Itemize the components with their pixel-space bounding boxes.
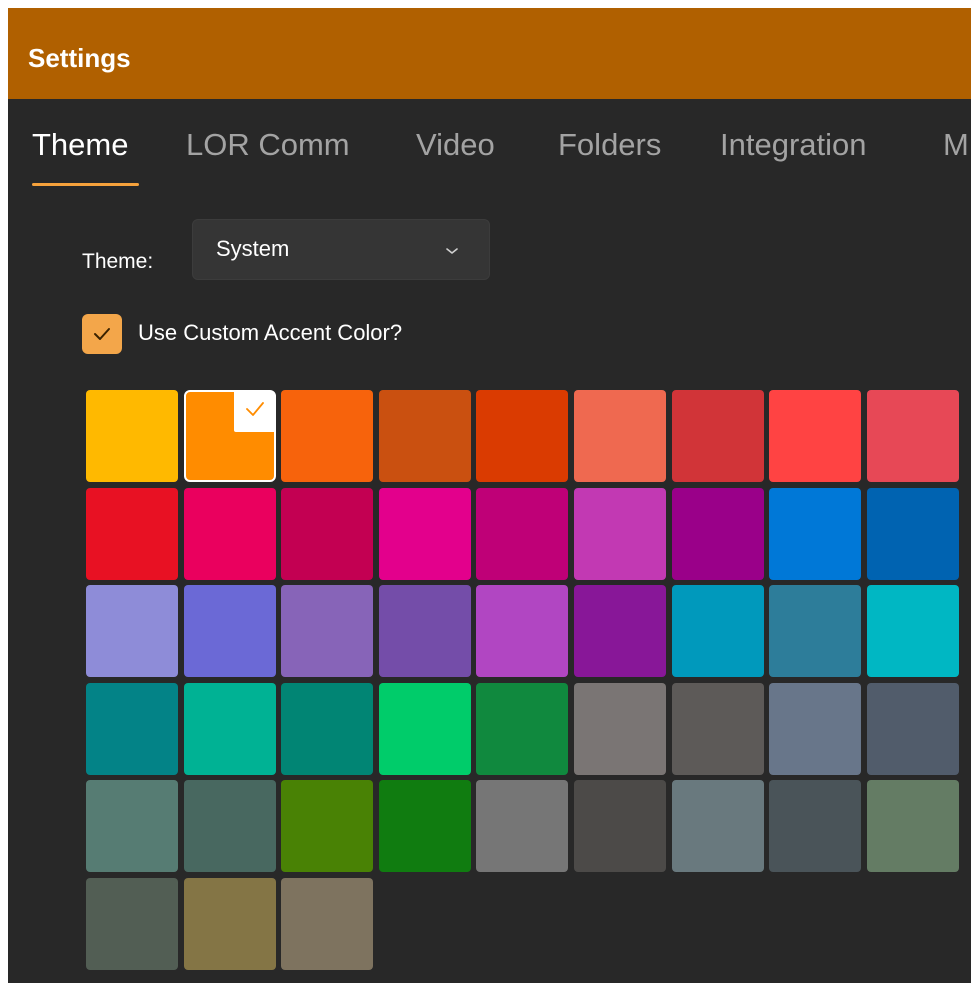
color-swatch[interactable] (86, 390, 178, 482)
color-swatch[interactable] (281, 585, 373, 677)
color-swatch[interactable] (184, 585, 276, 677)
color-swatch[interactable] (476, 390, 568, 482)
color-swatch[interactable] (867, 585, 959, 677)
theme-dropdown[interactable]: System (192, 219, 490, 280)
color-swatch[interactable] (86, 488, 178, 580)
tab-theme[interactable]: Theme (32, 125, 128, 165)
color-swatch[interactable] (184, 878, 276, 970)
color-swatch[interactable] (867, 390, 959, 482)
chevron-down-icon (445, 244, 459, 256)
window-title: Settings (28, 43, 131, 73)
color-swatch[interactable] (769, 585, 861, 677)
color-swatch[interactable] (184, 488, 276, 580)
color-swatch[interactable] (769, 390, 861, 482)
tab-bar: Theme LOR Comm Video Folders Integration… (8, 99, 971, 189)
theme-label: Theme: (82, 250, 154, 273)
color-swatch-selected[interactable] (184, 390, 276, 482)
color-swatch[interactable] (672, 390, 764, 482)
color-swatch[interactable] (867, 488, 959, 580)
tab-lor-comm[interactable]: LOR Comm (186, 125, 350, 165)
color-swatch[interactable] (86, 780, 178, 872)
color-swatch[interactable] (769, 488, 861, 580)
tab-folders[interactable]: Folders (558, 125, 661, 165)
color-swatch[interactable] (86, 683, 178, 775)
color-swatch[interactable] (867, 683, 959, 775)
color-swatch[interactable] (476, 585, 568, 677)
color-swatch[interactable] (184, 683, 276, 775)
color-swatch[interactable] (476, 488, 568, 580)
color-swatch[interactable] (281, 390, 373, 482)
checkmark-icon (94, 328, 110, 340)
color-swatch[interactable] (281, 780, 373, 872)
custom-accent-checkbox[interactable] (82, 314, 122, 354)
tab-integration[interactable]: Integration (720, 125, 867, 165)
title-bar[interactable]: Settings (8, 8, 971, 99)
color-swatch[interactable] (672, 780, 764, 872)
color-swatch[interactable] (672, 585, 764, 677)
tab-more[interactable]: M (943, 125, 969, 165)
color-swatch[interactable] (867, 780, 959, 872)
color-swatch[interactable] (379, 585, 471, 677)
theme-dropdown-value: System (216, 236, 290, 261)
color-swatch[interactable] (769, 683, 861, 775)
selected-check-icon (234, 392, 274, 432)
color-swatch[interactable] (476, 780, 568, 872)
color-swatch[interactable] (379, 488, 471, 580)
color-swatch[interactable] (476, 683, 568, 775)
custom-accent-label: Use Custom Accent Color? (138, 320, 403, 345)
color-swatch[interactable] (86, 878, 178, 970)
color-swatch[interactable] (574, 683, 666, 775)
color-swatch[interactable] (281, 683, 373, 775)
color-swatch[interactable] (86, 585, 178, 677)
color-swatch[interactable] (574, 390, 666, 482)
color-swatch[interactable] (379, 390, 471, 482)
active-tab-indicator (32, 183, 139, 186)
color-swatch[interactable] (672, 488, 764, 580)
tab-video[interactable]: Video (416, 125, 495, 165)
settings-window: Settings Theme LOR Comm Video Folders In… (8, 8, 971, 983)
color-swatch[interactable] (574, 585, 666, 677)
color-swatch[interactable] (574, 780, 666, 872)
color-swatch[interactable] (379, 780, 471, 872)
color-swatch[interactable] (672, 683, 764, 775)
color-swatch[interactable] (281, 488, 373, 580)
color-swatch[interactable] (769, 780, 861, 872)
color-swatch[interactable] (379, 683, 471, 775)
color-swatch[interactable] (574, 488, 666, 580)
color-swatch[interactable] (281, 878, 373, 970)
color-swatch[interactable] (184, 780, 276, 872)
